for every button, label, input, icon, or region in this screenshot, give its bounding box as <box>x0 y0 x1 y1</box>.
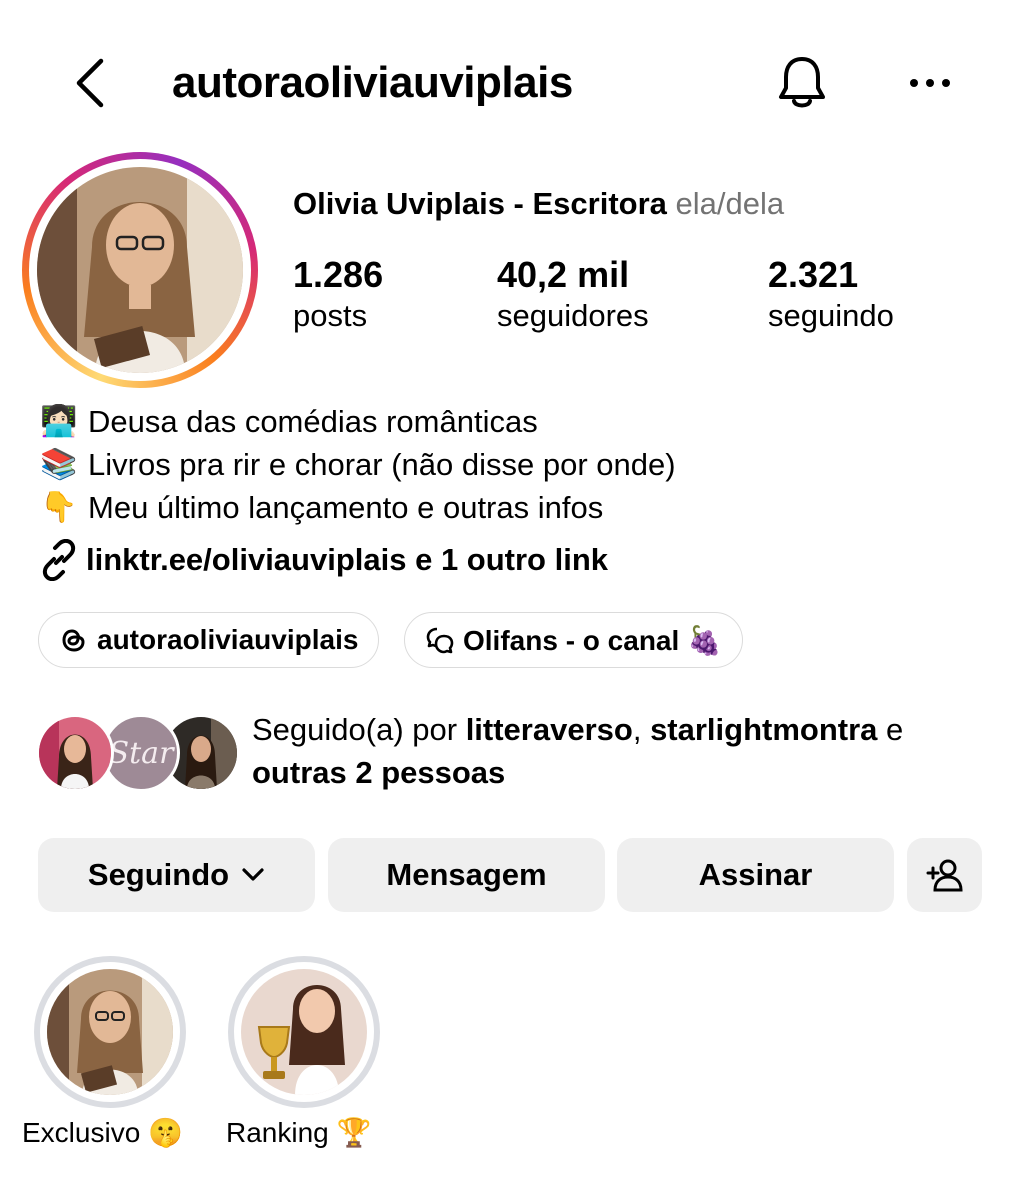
profile-bio: 👩🏻‍💻 Deusa das comédias românticas 📚 Liv… <box>40 400 676 529</box>
stat-posts-label: posts <box>293 298 368 333</box>
profile-pronouns: ela/dela <box>675 186 785 221</box>
followed-by-others: outras 2 pessoas <box>252 755 506 790</box>
stat-posts[interactable]: 1.286 posts <box>293 254 383 336</box>
threads-chip-label: autoraoliviauviplais <box>97 624 359 655</box>
stat-following[interactable]: 2.321 seguindo <box>768 254 894 336</box>
bio-line: 📚 Livros pra rir e chorar (não disse por… <box>40 443 676 486</box>
followed-by-conjunction: e <box>877 712 904 747</box>
followed-by-separator: , <box>632 712 651 747</box>
message-button-label: Mensagem <box>386 857 547 892</box>
more-horizontal-icon <box>910 75 950 93</box>
highlight-label: Exclusivo 🤫 <box>22 1117 183 1148</box>
stat-followers-label: seguidores <box>497 298 649 333</box>
mutual-follower-avatar <box>36 714 114 792</box>
bio-line: 👇 Meu último lançamento e outras infos <box>40 486 676 529</box>
followed-by-user: litteraverso <box>465 712 633 747</box>
following-button-label: Seguindo <box>87 857 230 892</box>
profile-avatar <box>37 167 243 373</box>
following-button[interactable]: Seguindo <box>38 838 315 912</box>
subscribe-button[interactable]: Assinar <box>617 838 894 912</box>
bell-icon <box>777 54 827 115</box>
stat-followers-count: 40,2 mil <box>497 254 630 295</box>
suggested-users-button[interactable] <box>907 838 982 912</box>
subscribe-button-label: Assinar <box>698 857 813 892</box>
profile-avatar-story-ring[interactable] <box>22 152 258 388</box>
bio-line: 👩🏻‍💻 Deusa das comédias românticas <box>40 400 676 443</box>
more-options-button[interactable] <box>898 52 962 116</box>
profile-full-name: Olivia Uviplais - Escritora <box>293 186 676 221</box>
highlight-cover <box>241 969 367 1095</box>
bio-emoji: 📚 <box>40 448 78 481</box>
profile-username: autoraoliviauviplais <box>172 58 573 107</box>
followed-by-text[interactable]: Seguido(a) por litteraverso, starlightmo… <box>252 708 992 794</box>
broadcast-channel-chip-label: Olifans - o canal 🍇 <box>463 624 722 656</box>
bio-text: Livros pra rir e chorar (não disse por o… <box>88 447 676 482</box>
stat-following-label: seguindo <box>768 298 894 333</box>
stat-following-count: 2.321 <box>768 254 859 295</box>
bio-text: Meu último lançamento e outras infos <box>88 490 604 525</box>
threads-chip[interactable]: autoraoliviauviplais <box>38 612 380 668</box>
highlight-cover <box>47 969 173 1095</box>
bio-emoji: 👩🏻‍💻 <box>40 405 78 438</box>
highlight-ring <box>34 956 186 1108</box>
followed-by-user: starlightmontra <box>650 712 878 747</box>
bio-text: Deusa das comédias românticas <box>88 404 538 439</box>
followed-by-prefix: Seguido(a) por <box>252 712 466 747</box>
link-icon <box>38 538 86 582</box>
bio-link[interactable]: linktr.ee/oliviauviplais e 1 outro link <box>38 538 608 582</box>
back-button[interactable] <box>60 50 120 120</box>
add-person-icon <box>925 857 965 893</box>
threads-icon <box>57 623 91 657</box>
chevron-down-icon <box>241 867 265 883</box>
chevron-left-icon <box>73 57 107 114</box>
highlight-ring <box>228 956 380 1108</box>
top-bar: autoraoliviauviplais <box>0 40 1020 130</box>
notifications-button[interactable] <box>770 52 834 116</box>
profile-name-row: Olivia Uviplais - Escritora ela/dela <box>293 186 784 222</box>
highlight-label: Ranking 🏆 <box>226 1117 372 1148</box>
broadcast-channel-chip[interactable]: Olifans - o canal 🍇 <box>404 612 743 668</box>
bio-emoji: 👇 <box>40 491 78 524</box>
story-highlight[interactable]: Ranking 🏆 <box>226 956 380 1148</box>
message-button[interactable]: Mensagem <box>328 838 605 912</box>
stat-followers[interactable]: 40,2 mil seguidores <box>497 254 649 336</box>
mutual-followers-avatars[interactable]: Star <box>36 714 240 794</box>
mutual-follower-avatar-text: Star <box>108 735 174 771</box>
broadcast-channel-icon <box>423 623 457 657</box>
bio-link-text: linktr.ee/oliviauviplais e 1 outro link <box>86 542 609 577</box>
stat-posts-count: 1.286 <box>293 254 384 295</box>
story-highlight[interactable]: Exclusivo 🤫 <box>22 956 186 1148</box>
